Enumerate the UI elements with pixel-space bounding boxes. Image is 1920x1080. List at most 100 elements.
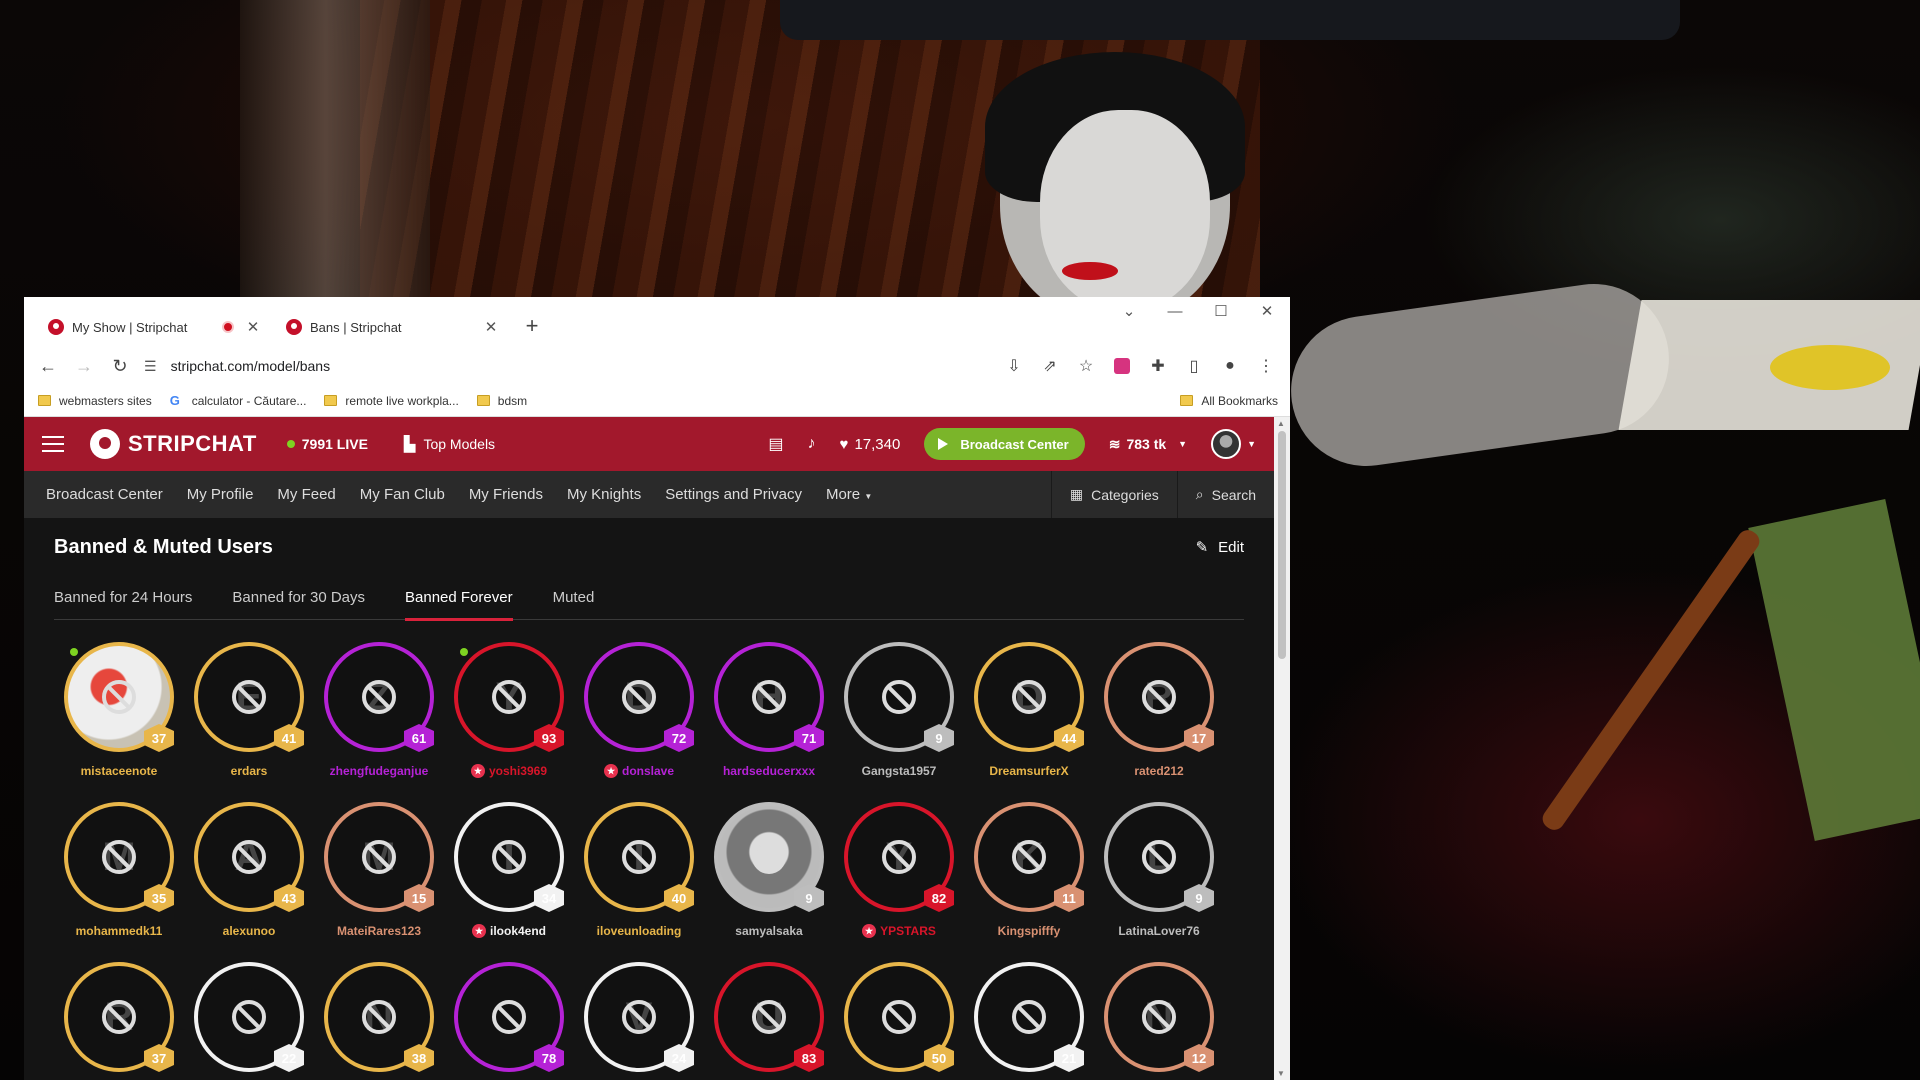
tab-banned-forever[interactable]: Banned Forever: [405, 576, 513, 621]
subnav-my-fan-club[interactable]: My Fan Club: [348, 486, 457, 503]
banned-user-card[interactable]: H 71 hardseducerxxx: [704, 642, 834, 778]
tab-bans[interactable]: Bans | Stripchat ✕: [274, 307, 512, 347]
user-avatar[interactable]: U 83: [714, 962, 824, 1072]
username[interactable]: ★ ilook4end: [471, 924, 546, 938]
menu-kebab-icon[interactable]: ⋮: [1250, 350, 1282, 382]
username[interactable]: erdars: [231, 764, 268, 778]
token-balance[interactable]: ≋ 783 tk ▼: [1109, 436, 1187, 453]
banned-user-card[interactable]: K 11 Kingspifffy: [964, 802, 1094, 938]
categories-button[interactable]: ▦ Categories: [1050, 471, 1177, 518]
username[interactable]: LatinaLover76: [1118, 924, 1199, 938]
minimize-button[interactable]: —: [1152, 297, 1198, 327]
banned-user-card[interactable]: Y 93 ★ yoshi3969: [444, 642, 574, 778]
user-avatar[interactable]: D 44: [974, 642, 1084, 752]
username[interactable]: Gangsta1957: [862, 764, 937, 778]
tab-muted[interactable]: Muted: [553, 576, 595, 620]
banned-user-card[interactable]: 9 Gangsta1957: [834, 642, 964, 778]
subnav-my-knights[interactable]: My Knights: [555, 486, 653, 503]
page-scrollbar[interactable]: ▲ ▼: [1274, 417, 1290, 1080]
bookmark-remote[interactable]: remote live workpla...: [324, 394, 459, 408]
tab-banned-24h[interactable]: Banned for 24 Hours: [54, 576, 192, 620]
scrollbar-thumb[interactable]: [1278, 431, 1286, 659]
user-avatar[interactable]: R 37: [64, 962, 174, 1072]
banned-user-card[interactable]: D 44 DreamsurferX: [964, 642, 1094, 778]
user-avatar[interactable]: L9: [1104, 802, 1214, 912]
top-models-link[interactable]: ▙ Top Models: [404, 435, 495, 453]
banned-user-card[interactable]: 21: [964, 962, 1094, 1072]
banned-user-card[interactable]: Y 82 ★ YPSTARS: [834, 802, 964, 938]
banned-user-card[interactable]: D 72 ★ donslave: [574, 642, 704, 778]
banned-user-card[interactable]: N 38: [314, 962, 444, 1072]
user-avatar[interactable]: 50: [844, 962, 954, 1072]
banned-user-card[interactable]: I 34 ★ ilook4end: [444, 802, 574, 938]
bookmark-bdsm[interactable]: bdsm: [476, 394, 527, 408]
edit-button[interactable]: ✎ Edit: [1196, 538, 1244, 557]
forward-button[interactable]: →: [68, 350, 100, 382]
favorites-count[interactable]: ♥ 17,340: [840, 436, 901, 453]
username[interactable]: alexunoo: [223, 924, 276, 938]
stripchat-logo[interactable]: STRIPCHAT: [90, 429, 257, 459]
extension-pink-icon[interactable]: [1106, 350, 1138, 382]
user-avatar[interactable]: H 71: [714, 642, 824, 752]
user-avatar[interactable]: V 24: [584, 962, 694, 1072]
username[interactable]: ★ yoshi3969: [470, 764, 547, 778]
user-avatar[interactable]: Y 82: [844, 802, 954, 912]
username[interactable]: mistaceenote: [81, 764, 158, 778]
address-bar[interactable]: ☰ stripchat.com/model/bans: [140, 350, 994, 382]
banned-user-card[interactable]: Z 61 zhengfudeganjue: [314, 642, 444, 778]
new-tab-button[interactable]: +: [518, 313, 546, 341]
username[interactable]: ★ donslave: [603, 764, 674, 778]
install-app-icon[interactable]: ⇩: [998, 350, 1030, 382]
bookmark-webmasters[interactable]: webmasters sites: [38, 394, 152, 408]
user-avatar[interactable]: N 12: [1104, 962, 1214, 1072]
user-avatar[interactable]: E 41: [194, 642, 304, 752]
search-button[interactable]: ⌕ Search: [1176, 471, 1274, 518]
user-avatar[interactable]: Y 93: [454, 642, 564, 752]
close-tab-icon[interactable]: ✕: [482, 318, 500, 336]
user-avatar[interactable]: 22: [194, 962, 304, 1072]
banned-user-card[interactable]: 78: [444, 962, 574, 1072]
username[interactable]: rated212: [1134, 764, 1183, 778]
user-avatar[interactable]: R 17: [1104, 642, 1214, 752]
banned-user-card[interactable]: 37 mistaceenote: [54, 642, 184, 778]
username[interactable]: hardseducerxxx: [723, 764, 815, 778]
bookmark-calculator[interactable]: Gcalculator - Căutare...: [170, 393, 307, 408]
user-avatar[interactable]: A 43: [194, 802, 304, 912]
tab-my-show[interactable]: My Show | Stripchat ✕: [36, 307, 274, 347]
share-icon[interactable]: ⇗: [1034, 350, 1066, 382]
user-avatar[interactable]: M 15: [324, 802, 434, 912]
user-avatar[interactable]: I 34: [454, 802, 564, 912]
tab-banned-30d[interactable]: Banned for 30 Days: [232, 576, 365, 620]
username[interactable]: mohammedk11: [76, 924, 163, 938]
profile-icon[interactable]: ●: [1214, 350, 1246, 382]
banned-user-card[interactable]: I 40 iloveunloading: [574, 802, 704, 938]
banned-user-card[interactable]: 50: [834, 962, 964, 1072]
username[interactable]: MateiRares123: [337, 924, 421, 938]
banned-user-card[interactable]: 9 samyalsaka: [704, 802, 834, 938]
banned-user-card[interactable]: U 83: [704, 962, 834, 1072]
subnav-more[interactable]: More ▼: [814, 486, 884, 503]
banned-user-card[interactable]: A 43 alexunoo: [184, 802, 314, 938]
broadcast-center-button[interactable]: Broadcast Center: [924, 428, 1085, 460]
user-avatar[interactable]: N 38: [324, 962, 434, 1072]
all-bookmarks[interactable]: All Bookmarks: [1180, 394, 1278, 408]
bookmark-star-icon[interactable]: ☆: [1070, 350, 1102, 382]
user-avatar[interactable]: K 11: [974, 802, 1084, 912]
username[interactable]: iloveunloading: [597, 924, 682, 938]
user-avatar[interactable]: D 72: [584, 642, 694, 752]
subnav-my-feed[interactable]: My Feed: [265, 486, 347, 503]
banned-user-card[interactable]: 22: [184, 962, 314, 1072]
username[interactable]: zhengfudeganjue: [330, 764, 429, 778]
banned-user-card[interactable]: M 15 MateiRares123: [314, 802, 444, 938]
hamburger-menu-icon[interactable]: [42, 436, 64, 452]
user-avatar[interactable]: I 40: [584, 802, 694, 912]
reload-button[interactable]: ↻: [104, 350, 136, 382]
banned-user-card[interactable]: M 35 mohammedk11: [54, 802, 184, 938]
banned-user-card[interactable]: N 12: [1094, 962, 1224, 1072]
user-avatar[interactable]: M 35: [64, 802, 174, 912]
username[interactable]: samyalsaka: [735, 924, 802, 938]
banned-user-card[interactable]: V 24: [574, 962, 704, 1072]
user-avatar[interactable]: 78: [454, 962, 564, 1072]
username[interactable]: Kingspifffy: [998, 924, 1061, 938]
username[interactable]: ★ YPSTARS: [862, 924, 936, 938]
